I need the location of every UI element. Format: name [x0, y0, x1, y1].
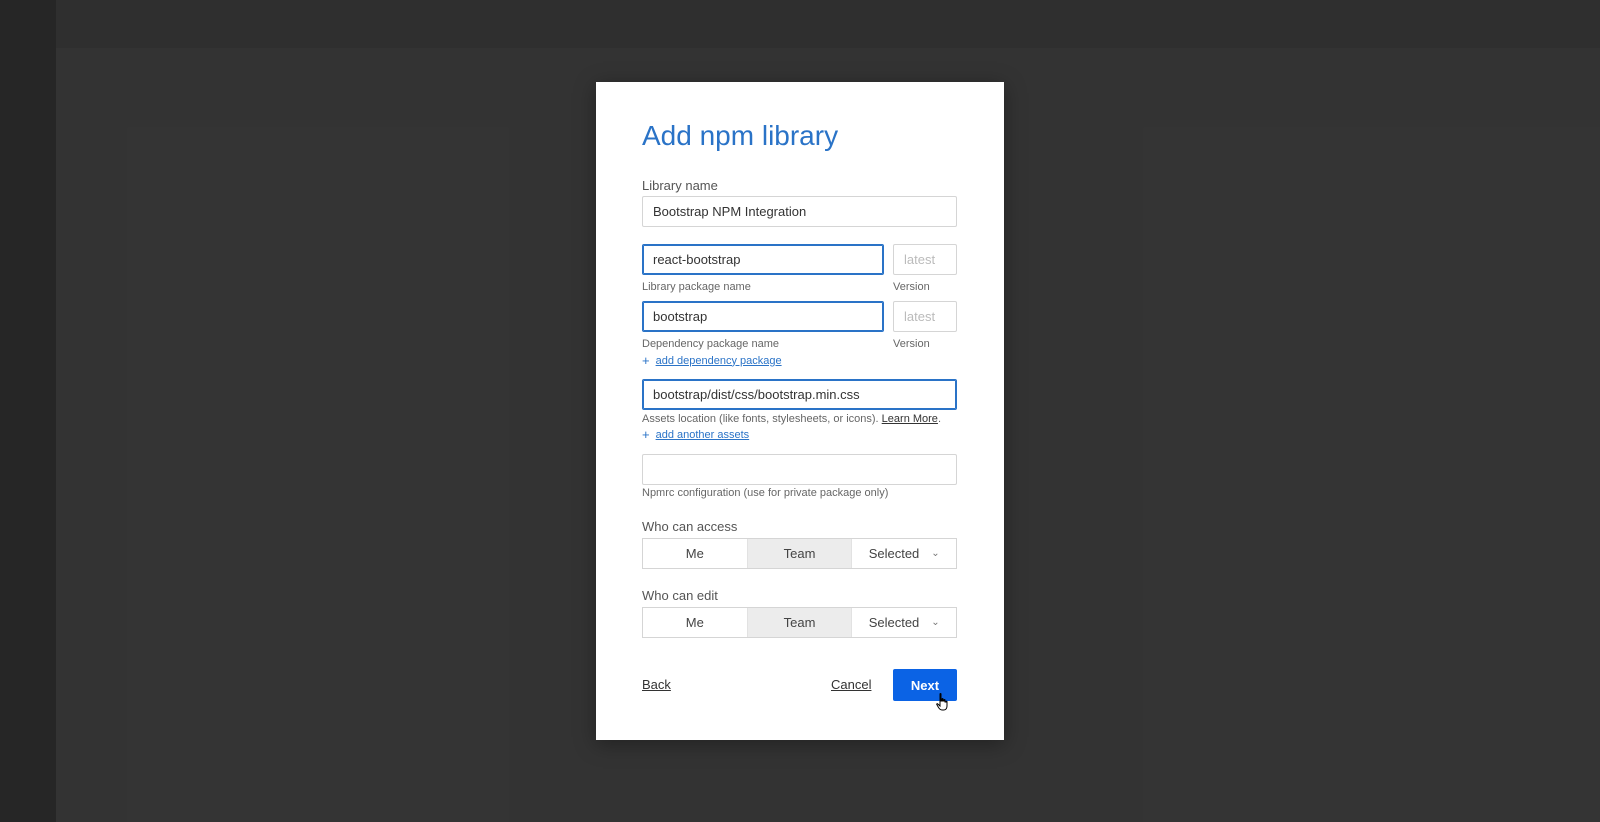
npmrc-input[interactable]: [642, 454, 957, 485]
add-npm-library-dialog: Add npm library Library name Library pac…: [596, 82, 1004, 740]
add-dependency-link[interactable]: + add dependency package: [642, 354, 782, 367]
plus-icon: +: [642, 353, 650, 368]
access-option-selected[interactable]: Selected ⌄: [852, 539, 956, 568]
edit-option-selected-label: Selected: [868, 615, 920, 630]
chevron-down-icon: ⌄: [931, 548, 940, 559]
edit-segmented-control: Me Team Selected ⌄: [642, 607, 957, 638]
package-version-input[interactable]: [893, 244, 957, 275]
who-can-edit-label: Who can edit: [642, 588, 718, 603]
add-dependency-label: add dependency package: [655, 354, 782, 367]
access-option-me-label: Me: [685, 546, 704, 561]
package-name-hint: Library package name: [642, 281, 751, 293]
learn-more-link[interactable]: Learn More: [882, 413, 938, 425]
dialog-title: Add npm library: [642, 120, 839, 151]
edit-option-team-label: Team: [783, 615, 816, 630]
dependency-name-input[interactable]: [642, 301, 884, 332]
hand-pointer-icon: [936, 693, 948, 711]
package-name-input[interactable]: [642, 244, 884, 275]
npmrc-hint: Npmrc configuration (use for private pac…: [642, 487, 889, 499]
edit-option-selected[interactable]: Selected ⌄: [852, 608, 956, 637]
access-option-team-label: Team: [783, 546, 816, 561]
plus-icon: +: [642, 427, 650, 442]
add-another-assets-link[interactable]: + add another assets: [642, 428, 749, 441]
dependency-name-hint: Dependency package name: [642, 338, 779, 350]
assets-hint-end: .: [937, 413, 941, 425]
dependency-version-hint: Version: [893, 338, 930, 350]
edit-option-me[interactable]: Me: [643, 608, 748, 637]
assets-hint: Assets location (like fonts, stylesheets…: [642, 413, 941, 425]
access-option-team[interactable]: Team: [747, 539, 853, 568]
back-button[interactable]: Back: [642, 677, 671, 692]
edit-option-me-label: Me: [685, 615, 704, 630]
assets-hint-text: Assets location (like fonts, stylesheets…: [642, 413, 879, 425]
access-option-me[interactable]: Me: [643, 539, 748, 568]
library-name-label: Library name: [642, 178, 718, 193]
package-version-hint: Version: [893, 281, 930, 293]
access-segmented-control: Me Team Selected ⌄: [642, 538, 957, 569]
dependency-version-input[interactable]: [893, 301, 957, 332]
edit-option-team[interactable]: Team: [747, 608, 853, 637]
library-name-input[interactable]: [642, 196, 957, 227]
add-another-assets-label: add another assets: [655, 428, 750, 441]
assets-location-input[interactable]: [642, 379, 957, 410]
who-can-access-label: Who can access: [642, 519, 738, 534]
cancel-button[interactable]: Cancel: [831, 677, 871, 692]
chevron-down-icon: ⌄: [931, 617, 940, 628]
access-option-selected-label: Selected: [868, 546, 920, 561]
